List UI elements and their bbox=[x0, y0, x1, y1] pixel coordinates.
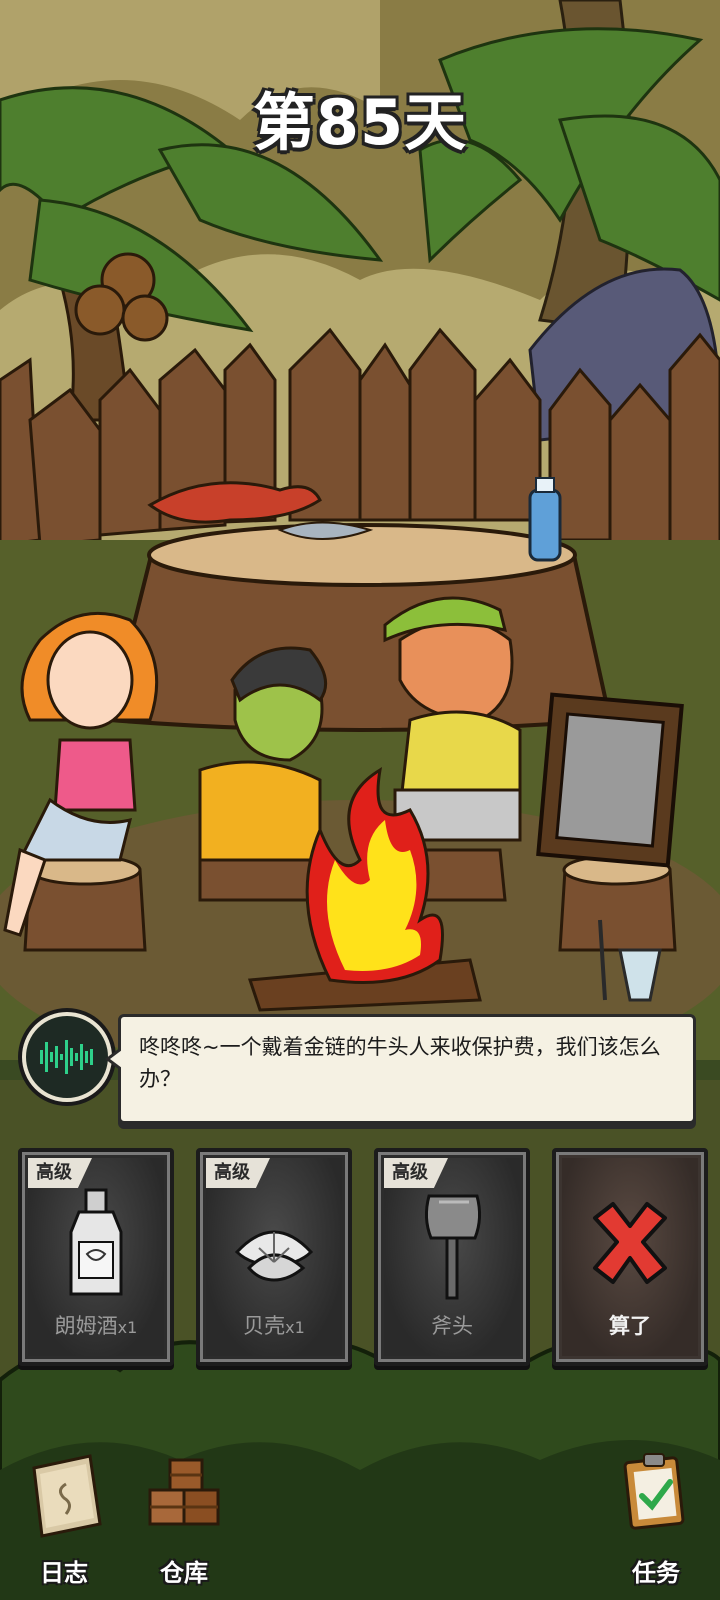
journal-icon bbox=[32, 1454, 102, 1538]
option-card-rum[interactable]: 高级 朗姆酒x1 bbox=[18, 1148, 174, 1366]
option-label: 斧头 bbox=[431, 1314, 473, 1338]
option-card-shell[interactable]: 高级 贝壳x1 bbox=[196, 1148, 352, 1366]
option-qty: x1 bbox=[285, 1318, 305, 1337]
nav-journal-label: 日志 bbox=[40, 1559, 88, 1587]
option-qty: x1 bbox=[117, 1318, 138, 1337]
dialog-text: 咚咚咚~一个戴着金链的牛头人来收保护费，我们该怎么办？ bbox=[139, 1035, 661, 1091]
nav-tasks-label: 任务 bbox=[632, 1559, 680, 1587]
cancel-x-icon bbox=[593, 1202, 667, 1284]
nav-warehouse[interactable]: 仓库 bbox=[124, 1420, 244, 1600]
shell-icon bbox=[234, 1230, 314, 1282]
option-card-axe[interactable]: 高级 斧头 bbox=[374, 1148, 530, 1366]
crates-icon bbox=[148, 1458, 220, 1526]
option-label: 贝壳 bbox=[243, 1314, 286, 1338]
speaker-avatar bbox=[22, 1012, 112, 1102]
voice-waveform-icon bbox=[40, 1040, 93, 1074]
clipboard-check-icon bbox=[623, 1453, 685, 1530]
dialog-box: 咚咚咚~一个戴着金链的牛头人来收保护费，我们该怎么办？ bbox=[105, 1014, 696, 1124]
nav-warehouse-label: 仓库 bbox=[160, 1559, 208, 1587]
axe-icon bbox=[424, 1194, 482, 1300]
option-card-cancel[interactable]: 算了 bbox=[552, 1148, 708, 1366]
option-label: 算了 bbox=[609, 1314, 651, 1338]
nav-journal[interactable]: 日志 bbox=[4, 1420, 124, 1600]
option-label: 朗姆酒 bbox=[54, 1314, 118, 1338]
day-title: 第85天 bbox=[252, 86, 468, 159]
nav-tasks[interactable]: 任务 bbox=[596, 1420, 716, 1600]
rum-bottle-icon bbox=[69, 1188, 123, 1296]
